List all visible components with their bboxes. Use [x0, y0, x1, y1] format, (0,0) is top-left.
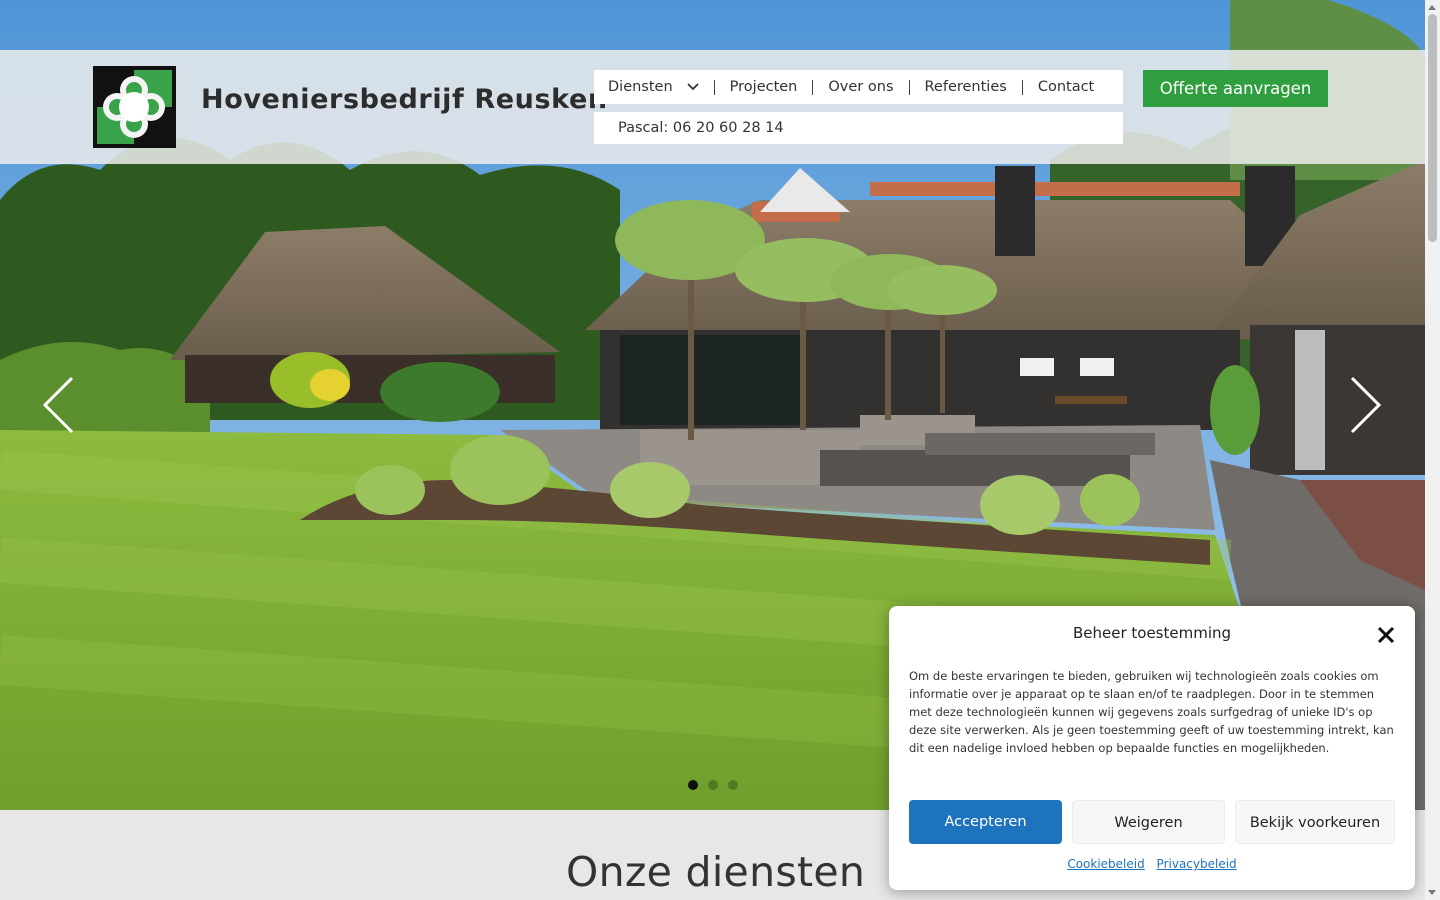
- privacy-policy-link[interactable]: Privacybeleid: [1157, 857, 1237, 871]
- carousel-prev-button[interactable]: [40, 375, 76, 435]
- nav-item-label: Over ons: [828, 79, 894, 95]
- consent-links: Cookiebeleid Privacybeleid: [889, 857, 1415, 871]
- nav-separator: [812, 79, 814, 95]
- view-preferences-button[interactable]: Bekijk voorkeuren: [1235, 800, 1395, 844]
- carousel-dot[interactable]: [708, 780, 718, 790]
- chevron-left-icon: [40, 376, 76, 439]
- brand-name[interactable]: Hoveniersbedrijf Reusken: [201, 84, 608, 115]
- carousel-dot[interactable]: [728, 780, 738, 790]
- consent-title: Beheer toestemming: [1072, 624, 1232, 642]
- scrollbar-thumb[interactable]: [1428, 14, 1437, 242]
- nav-item-diensten[interactable]: Diensten: [608, 79, 699, 95]
- carousel-next-button[interactable]: [1348, 375, 1384, 435]
- site-header: Hoveniersbedrijf Reusken Diensten Projec…: [0, 50, 1425, 164]
- company-logo[interactable]: [93, 66, 176, 148]
- nav-item-contact[interactable]: Contact: [1038, 79, 1094, 95]
- nav-item-label: Referenties: [924, 79, 1007, 95]
- nav-item-label: Diensten: [608, 79, 673, 95]
- main-nav: Diensten Projecten Over ons Referenties …: [594, 70, 1123, 104]
- nav-item-label: Contact: [1037, 79, 1095, 95]
- consent-message: Om de beste ervaringen te bieden, gebrui…: [909, 669, 1394, 755]
- cookie-policy-link[interactable]: Cookiebeleid: [1067, 857, 1144, 871]
- nav-item-referenties[interactable]: Referenties: [925, 79, 1007, 95]
- nav-item-projecten[interactable]: Projecten: [730, 79, 798, 95]
- nav-separator: [713, 79, 715, 95]
- nav-item-over-ons[interactable]: Over ons: [828, 79, 893, 95]
- chevron-right-icon: [1348, 376, 1384, 439]
- accept-button[interactable]: Accepteren: [909, 800, 1062, 844]
- scroll-up-arrow-icon[interactable]: [1428, 5, 1436, 10]
- nav-separator: [1021, 79, 1023, 95]
- section-title: Onze diensten: [566, 848, 866, 896]
- carousel-indicators: [688, 780, 738, 790]
- phone-number[interactable]: Pascal: 06 20 60 28 14: [594, 112, 1123, 144]
- chevron-down-icon[interactable]: [687, 83, 699, 91]
- nav-item-label: Projecten: [729, 79, 798, 95]
- cookie-consent-dialog: Beheer toestemming Om de beste ervaringe…: [889, 606, 1415, 890]
- carousel-dot[interactable]: [688, 780, 698, 790]
- deny-button[interactable]: Weigeren: [1072, 800, 1225, 844]
- scroll-down-arrow-icon[interactable]: [1428, 890, 1436, 895]
- request-quote-button[interactable]: Offerte aanvragen: [1143, 70, 1328, 107]
- page-scrollbar[interactable]: [1425, 0, 1440, 900]
- close-icon[interactable]: [1377, 626, 1395, 644]
- nav-separator: [908, 79, 910, 95]
